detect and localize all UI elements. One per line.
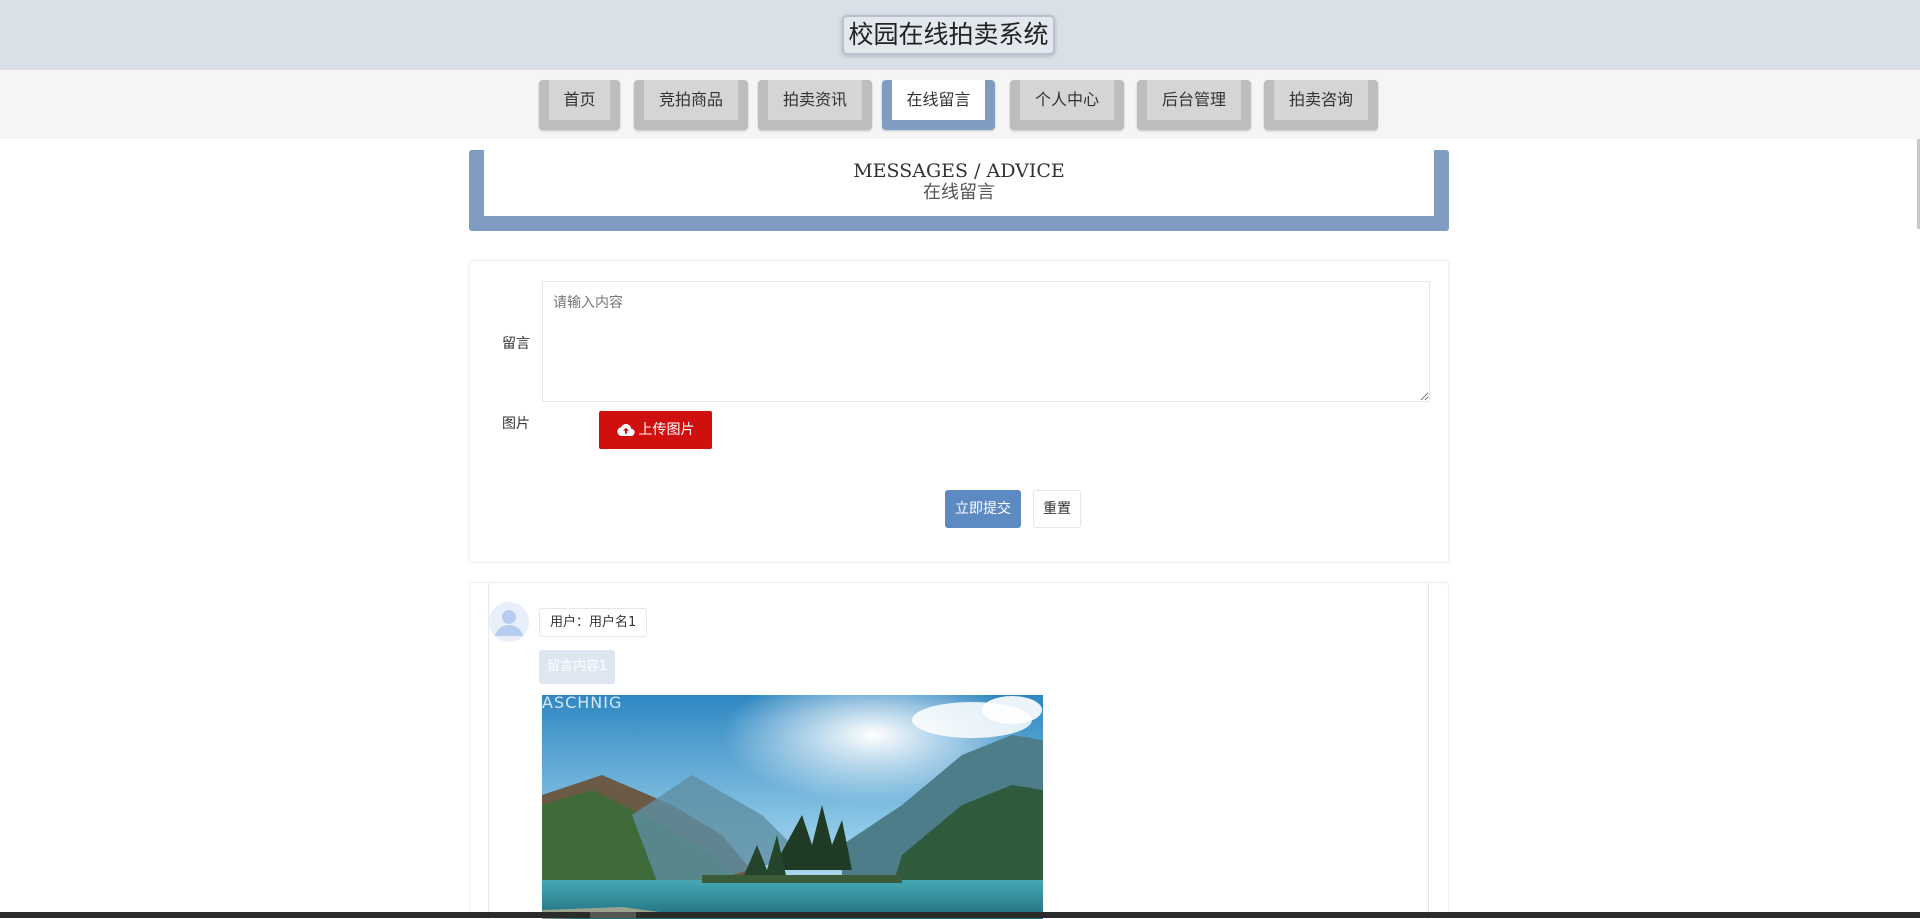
nav-item-auction-consult[interactable]: 拍卖咨询 bbox=[1264, 80, 1378, 130]
nav-item-home[interactable]: 首页 bbox=[539, 80, 620, 130]
message-image: ASCHNIG bbox=[542, 695, 1043, 919]
reset-button[interactable]: 重置 bbox=[1033, 490, 1081, 528]
user-avatar-icon bbox=[489, 602, 529, 642]
upload-button-label: 上传图片 bbox=[638, 422, 695, 438]
message-content: 留言内容1 bbox=[539, 650, 616, 684]
taskbar bbox=[0, 912, 1920, 918]
nav-item-label: 首页 bbox=[549, 80, 610, 120]
site-title: 校园在线拍卖系统 bbox=[842, 15, 1055, 55]
nav-item-label: 在线留言 bbox=[892, 80, 985, 120]
section-title-en: MESSAGES / ADVICE bbox=[853, 160, 1065, 182]
nav-item-online-message[interactable]: 在线留言 bbox=[882, 80, 995, 130]
image-label: 图片 bbox=[502, 416, 530, 432]
landscape-image bbox=[542, 695, 1043, 919]
nav-item-label: 拍卖咨询 bbox=[1274, 80, 1368, 120]
section-banner: MESSAGES / ADVICE 在线留言 bbox=[469, 150, 1449, 231]
nav-item-label: 拍卖资讯 bbox=[768, 80, 862, 120]
main-nav: 首页 竞拍商品 拍卖资讯 在线留言 个人中心 后台管理 拍卖咨询 bbox=[0, 70, 1920, 139]
message-form: 留言 图片 上传图片 立即提交 重置 bbox=[469, 260, 1449, 563]
section-title-cn: 在线留言 bbox=[923, 182, 995, 203]
message-input[interactable] bbox=[542, 281, 1430, 402]
message-label: 留言 bbox=[502, 336, 530, 352]
upload-image-button[interactable]: 上传图片 bbox=[599, 411, 712, 449]
taskbar-item[interactable] bbox=[590, 912, 636, 918]
nav-item-label: 后台管理 bbox=[1147, 80, 1241, 120]
nav-item-personal-center[interactable]: 个人中心 bbox=[1010, 80, 1124, 130]
image-watermark: ASCHNIG bbox=[542, 695, 623, 712]
header-bar: 校园在线拍卖系统 bbox=[0, 0, 1920, 70]
nav-item-auction-goods[interactable]: 竞拍商品 bbox=[634, 80, 748, 130]
message-list: 用户：用户名1 留言内容1 ASCHNIG bbox=[469, 582, 1449, 919]
avatar bbox=[489, 602, 529, 642]
message-user: 用户：用户名1 bbox=[539, 608, 648, 637]
nav-item-auction-news[interactable]: 拍卖资讯 bbox=[758, 80, 872, 130]
message-item: 用户：用户名1 留言内容1 ASCHNIG bbox=[488, 583, 1429, 919]
nav-item-label: 个人中心 bbox=[1020, 80, 1114, 120]
submit-button[interactable]: 立即提交 bbox=[945, 490, 1021, 528]
nav-item-admin[interactable]: 后台管理 bbox=[1137, 80, 1251, 130]
cloud-upload-icon bbox=[616, 424, 635, 436]
section-banner-inner: MESSAGES / ADVICE 在线留言 bbox=[484, 150, 1434, 216]
nav-item-label: 竞拍商品 bbox=[644, 80, 738, 120]
